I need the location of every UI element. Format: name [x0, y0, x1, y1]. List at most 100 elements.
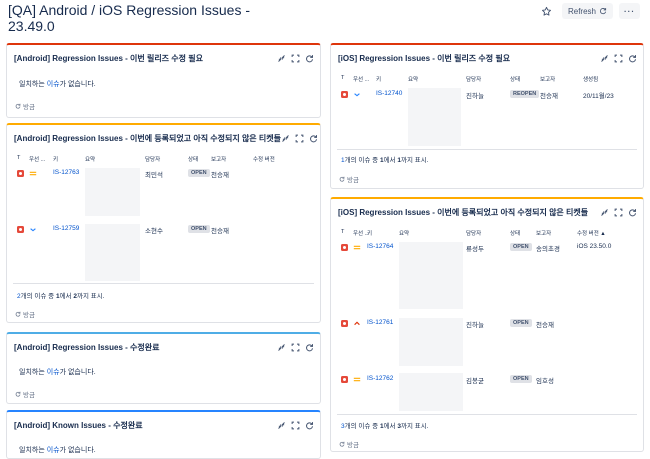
top-actions: Refresh ··· [538, 2, 640, 20]
issue-key-link[interactable]: IS-12740 [376, 90, 402, 97]
col-key[interactable]: 키 [53, 155, 58, 163]
bug-icon [341, 320, 348, 327]
minimize-icon[interactable] [281, 134, 290, 143]
result-count: 2개의 이슈 중 1에서 2까지 표시. [17, 293, 105, 300]
priority-low-icon [30, 228, 36, 232]
col-summary[interactable]: 요약 [85, 155, 95, 163]
status-badge: OPEN [510, 375, 532, 383]
gadget-header: [iOS] Regression Issues - 이번에 등록되었고 아직 수… [331, 203, 643, 221]
gadget-android-unfixed: [Android] Regression Issues - 이번에 등록되었고 … [6, 123, 321, 323]
last-refreshed[interactable]: 방금 [339, 174, 359, 184]
status-badge: OPEN [188, 225, 210, 233]
issue-key-link[interactable]: IS-12763 [53, 169, 79, 176]
col-status[interactable]: 상태 [510, 229, 520, 237]
col-assignee[interactable]: 담당자 [145, 155, 160, 163]
minimize-icon[interactable] [277, 421, 286, 430]
bug-icon [17, 226, 24, 233]
col-key[interactable]: 키 [367, 229, 372, 237]
bug-icon [341, 244, 348, 251]
divider [337, 149, 637, 150]
maximize-icon[interactable] [614, 54, 623, 63]
assignee: 진하늘 [466, 93, 484, 100]
last-refreshed[interactable]: 방금 [15, 101, 35, 111]
col-reporter[interactable]: 보고자 [211, 155, 226, 163]
col-type[interactable]: T [341, 229, 344, 235]
maximize-icon[interactable] [291, 343, 300, 352]
col-priority[interactable]: 우선 ... [353, 75, 369, 83]
reload-icon[interactable] [628, 54, 637, 63]
divider [337, 414, 637, 415]
page-title: [QA] Android / iOS Regression Issues - 2… [8, 2, 250, 34]
status-badge: OPEN [510, 319, 532, 327]
refresh-button-label: Refresh [567, 6, 596, 16]
issue-key-link[interactable]: IS-12761 [367, 319, 393, 326]
last-refreshed[interactable]: 방금 [339, 439, 359, 449]
issues-link[interactable]: 이슈 [47, 81, 60, 88]
col-created[interactable]: 생성됨 [583, 75, 598, 83]
reporter: 천승재 [211, 228, 229, 235]
refresh-small-icon [15, 391, 21, 397]
minimize-icon[interactable] [600, 54, 609, 63]
issue-key-link[interactable]: IS-12762 [367, 375, 393, 382]
more-actions-button[interactable]: ··· [619, 3, 640, 19]
gadget-android-known: [Android] Known Issues - 수정완료 일치하는 이슈가 없… [6, 410, 321, 459]
summary-placeholder [85, 224, 140, 281]
col-summary[interactable]: 요약 [399, 229, 409, 237]
last-refreshed[interactable]: 방금 [15, 389, 35, 399]
reload-icon[interactable] [305, 421, 314, 430]
minimize-icon[interactable] [600, 208, 609, 217]
gadget-header: [Android] Regression Issues - 수정완료 [7, 338, 320, 356]
gadget-title: [Android] Regression Issues - 이번 릴리즈 수정 … [14, 53, 203, 63]
reload-icon[interactable] [305, 54, 314, 63]
reporter: 천승재 [536, 322, 554, 329]
gadget-title: [iOS] Regression Issues - 이번에 등록되었고 아직 수… [338, 207, 589, 217]
bug-icon [341, 91, 348, 98]
minimize-icon[interactable] [277, 54, 286, 63]
assignee: 진하늘 [466, 322, 484, 329]
refresh-button[interactable]: Refresh [561, 3, 613, 19]
col-type[interactable]: T [341, 75, 344, 81]
priority-low-icon [354, 93, 360, 97]
col-reporter[interactable]: 보고자 [536, 229, 551, 237]
col-assignee[interactable]: 담당자 [466, 75, 481, 83]
reload-icon[interactable] [628, 208, 637, 217]
maximize-icon[interactable] [295, 134, 304, 143]
col-status[interactable]: 상태 [510, 75, 520, 83]
gadget-ios-fix-needed: [iOS] Regression Issues - 이번 릴리즈 수정 필요 T… [330, 43, 644, 189]
issue-key-link[interactable]: IS-12764 [367, 243, 393, 250]
maximize-icon[interactable] [291, 421, 300, 430]
summary-placeholder [399, 242, 463, 309]
assignee: 김봉균 [466, 378, 484, 385]
maximize-icon[interactable] [614, 208, 623, 217]
gadget-tools [281, 134, 318, 143]
table-header: T 우선 ... 키 요약 담당자 상태 보고자 생성됨 [331, 73, 643, 83]
minimize-icon[interactable] [277, 343, 286, 352]
gadget-title: [Android] Regression Issues - 수정완료 [14, 342, 160, 352]
reporter: 송의초경 [536, 246, 560, 253]
col-assignee[interactable]: 담당자 [466, 229, 481, 237]
col-key[interactable]: 키 [376, 75, 381, 83]
gadget-header: [Android] Regression Issues - 이번 릴리즈 수정 … [7, 49, 320, 67]
gadget-tools [277, 421, 314, 430]
col-status[interactable]: 상태 [188, 155, 198, 163]
reload-icon[interactable] [309, 134, 318, 143]
star-icon[interactable] [538, 2, 556, 20]
assignee: 최민석 [145, 172, 163, 179]
issue-key-link[interactable]: IS-12759 [53, 225, 79, 232]
divider [13, 283, 314, 284]
col-fixversion[interactable]: 수정 버전 [253, 155, 275, 163]
refresh-icon [599, 8, 607, 15]
col-type[interactable]: T [17, 155, 20, 161]
issues-link[interactable]: 이슈 [47, 369, 60, 376]
summary-placeholder [85, 168, 140, 216]
reload-icon[interactable] [305, 343, 314, 352]
last-refreshed[interactable]: 방금 [15, 309, 35, 319]
col-reporter[interactable]: 보고자 [540, 75, 555, 83]
maximize-icon[interactable] [291, 54, 300, 63]
refresh-small-icon [15, 311, 21, 317]
issues-link[interactable]: 이슈 [47, 447, 60, 454]
bug-icon [17, 170, 24, 177]
col-fixversion-sorted[interactable]: 수정 버전 ▲ [577, 229, 606, 237]
col-summary[interactable]: 요약 [408, 75, 418, 83]
col-priority[interactable]: 우선 ... [29, 155, 45, 163]
